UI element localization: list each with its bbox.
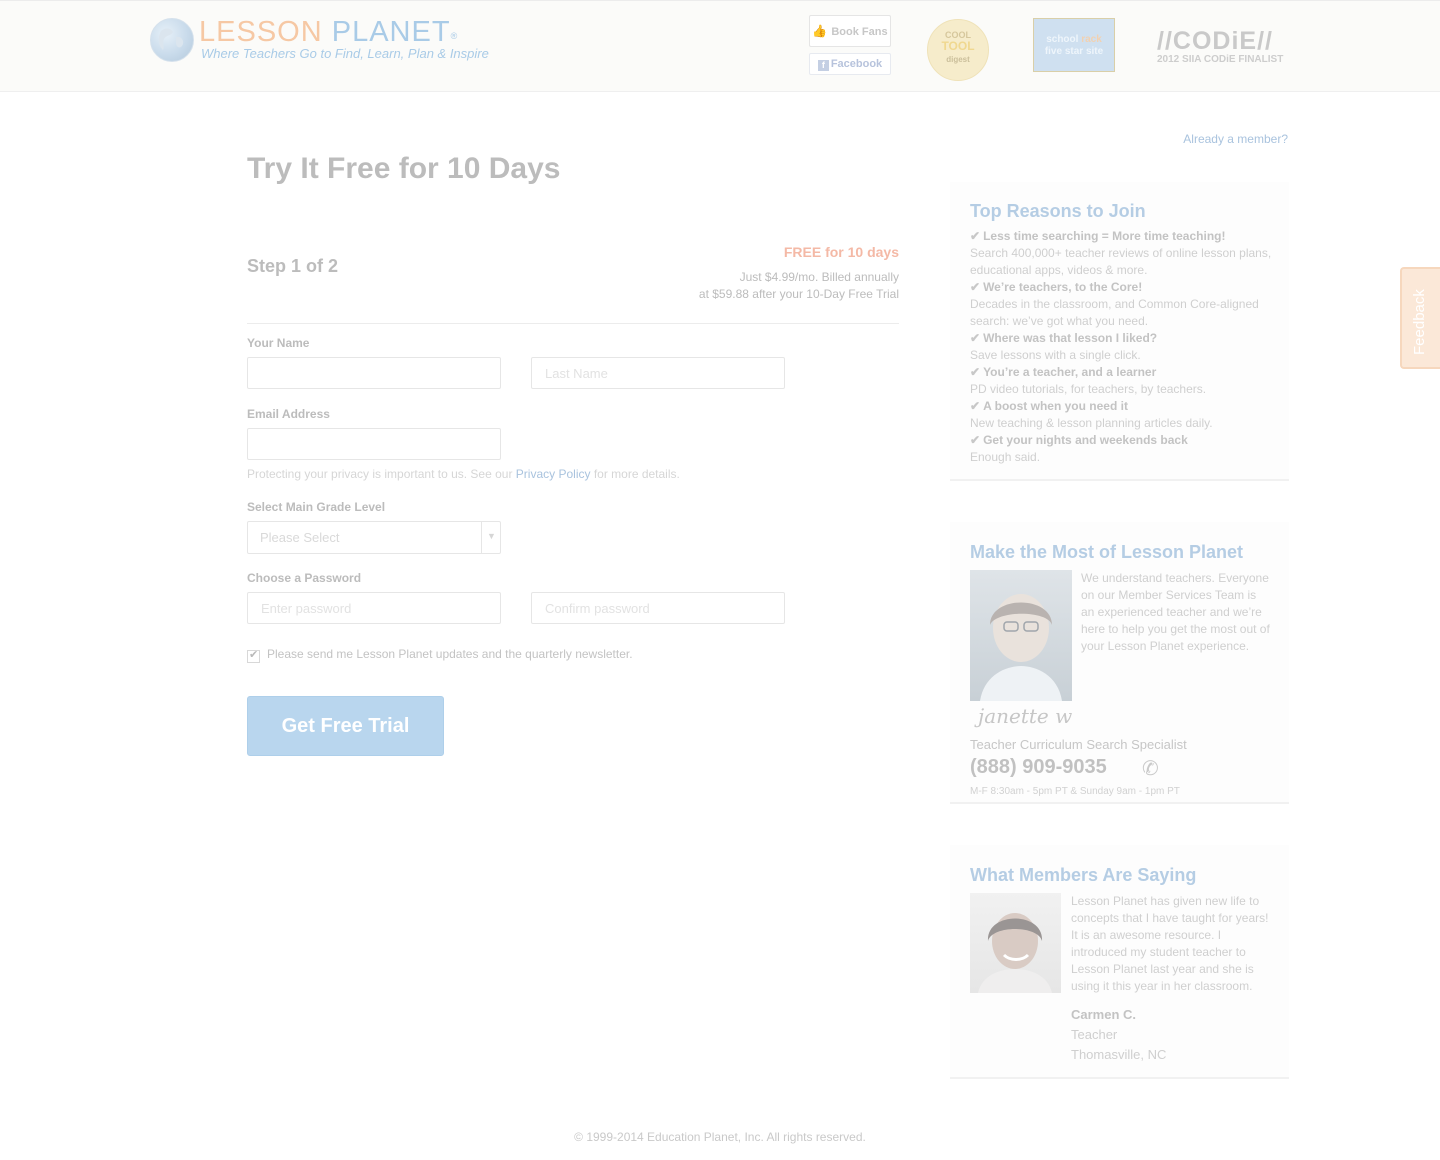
reason-head-text: We’re teachers, to the Core! [983,280,1143,294]
reason-head-text: A boost when you need it [983,399,1128,413]
first-name-input[interactable] [247,357,501,389]
reason-body: Decades in the classroom, and Common Cor… [970,297,1259,328]
badge-cool-line3: digest [946,55,970,64]
testimonial-location: Thomasville, NC [1071,1047,1167,1062]
codie-caption: 2012 SIIA CODiE FINALIST [1157,54,1284,65]
reason-head: ✔ Less time searching = More time teachin… [970,228,1280,245]
grade-selected-value: Please Select [260,530,340,545]
testimonial-name: Carmen C. [1071,1007,1137,1022]
reason-head-text: You’re a teacher, and a learner [983,365,1157,379]
page-title: Try It Free for 10 Days [247,152,561,185]
reason-head: ✔ You’re a teacher, and a learner [970,364,1280,381]
check-icon: ✔ [970,399,981,413]
email-label: Email Address [247,407,330,421]
reason-item: ✔ Where was that lesson I liked? Save les… [970,330,1280,364]
newsletter-checkbox[interactable]: ✔ [247,649,260,663]
check-icon: ✔ [970,280,981,294]
facebook-link-label: Facebook [830,58,883,70]
chevron-down-icon: ▼ [487,531,496,541]
name-label: Your Name [247,336,310,350]
phone-icon: ✆ [1142,758,1159,780]
reason-head: ✔ A boost when you need it [970,398,1280,415]
newsletter-label[interactable]: Please send me Lesson Planet updates and… [267,647,633,661]
five-star-site-badge: school rack five star site [1033,18,1115,72]
reasons-title: Top Reasons to Join [970,201,1146,221]
reason-body: PD video tutorials, for teachers, by tea… [970,382,1207,396]
reason-body: Enough said. [970,450,1041,464]
get-free-trial-button[interactable]: Get Free Trial [247,696,444,756]
reason-head: ✔ Get your nights and weekends back [970,432,1280,449]
check-icon: ✔ [970,433,981,447]
feedback-label: Feedback [1411,289,1428,355]
step-indicator: Step 1 of 2 [247,256,339,276]
reasons-list: ✔ Less time searching = More time teachin… [970,228,1280,466]
facebook-icon: f [817,60,829,71]
badge-cool-line2: TOOL [941,39,975,53]
member-photo [970,893,1061,993]
check-icon: ✔ [970,365,981,379]
testimonial-quote: Lesson Planet has given new life to conc… [1071,894,1269,993]
brand-logo[interactable]: LESSON PLANET® [199,15,458,49]
privacy-notice: Protecting your privacy is important to … [247,467,680,481]
reason-item: ✔ Less time searching = More time teachin… [970,228,1280,279]
brand-word-lesson: LESSON [199,16,323,48]
offer-price-line: Just $4.99/mo. Billed annually [739,270,899,284]
offer-terms-line: at $59.88 after your 10-Day Free Trial [698,287,899,301]
brand-tagline: Where Teachers Go to Find, Learn, Plan &… [201,46,489,61]
confirm-password-input[interactable] [531,592,785,624]
phone-number[interactable]: (888) 909-9035 [970,756,1107,779]
thumbs-up-icon: 👍 [812,24,828,38]
privacy-text-after: for more details. [590,467,680,481]
reason-body: New teaching & lesson planning articles … [970,416,1213,430]
signature: janette w [978,704,1073,728]
badge-school-line1: school [1046,34,1079,45]
facebook-link[interactable]: f Facebook [809,53,891,75]
password-label: Choose a Password [247,571,362,585]
cool-tool-badge: COOL TOOL digest [927,19,989,81]
grade-label: Select Main Grade Level [247,500,386,514]
registered-mark: ® [450,31,459,41]
already-member-link[interactable]: Already a member? [1150,132,1288,146]
reason-body: Search 400,000+ teacher reviews of onlin… [970,246,1272,277]
reason-item: ✔ A boost when you need it New teaching &… [970,398,1280,432]
footer-copyright: © 1999-2014 Education Planet, Inc. All r… [574,1130,866,1144]
feedback-tab[interactable]: Feedback [1400,267,1440,369]
facebook-fans-label: Book Fans [831,26,888,38]
check-icon: ✔ [970,229,981,243]
reason-head: ✔ Where was that lesson I liked? [970,330,1280,347]
facebook-fans-button[interactable]: 👍 Book Fans [809,15,891,47]
email-input[interactable] [247,428,501,460]
brand-word-planet: PLANET [331,16,451,48]
specialist-photo [970,570,1072,701]
reason-item: ✔ We’re teachers, to the Core! Decades in… [970,279,1280,330]
check-icon: ✔ [970,331,981,345]
most-title: Make the Most of Lesson Planet [970,542,1244,562]
badge-school-accent: rack [1081,34,1102,45]
reason-item: ✔ Get your nights and weekends back Enoug… [970,432,1280,466]
reason-head-text: Get your nights and weekends back [983,433,1188,447]
check-icon: ✔ [249,649,259,661]
offer-headline: FREE for 10 days [783,244,899,260]
testimonial-role: Teacher [1071,1027,1118,1042]
badge-school-line2: five star site [1044,46,1104,57]
divider [247,323,899,324]
specialist-bio: We understand teachers. Everyone on our … [1081,571,1270,653]
select-arrow-box[interactable]: ▼ [481,522,500,553]
privacy-policy-link[interactable]: Privacy Policy [516,467,591,481]
grade-level-select[interactable]: Please Select ▼ [247,521,501,554]
codie-logo: //CODiE// [1157,27,1273,55]
support-hours: M-F 8:30am - 5pm PT & Sunday 9am - 1pm P… [970,786,1180,797]
last-name-input[interactable] [531,357,785,389]
reason-body: Save lessons with a single click. [970,348,1141,362]
password-input[interactable] [247,592,501,624]
reason-head-text: Where was that lesson I liked? [983,331,1158,345]
specialist-role: Teacher Curriculum Search Specialist [970,737,1187,752]
globe-icon [150,18,194,62]
members-title: What Members Are Saying [970,865,1197,885]
reason-head: ✔ We’re teachers, to the Core! [970,279,1280,296]
privacy-text-before: Protecting your privacy is important to … [247,467,516,481]
site-header: LESSON PLANET® Where Teachers Go to Find… [0,0,1440,92]
reason-head-text: Less time searching = More time teaching… [983,229,1226,243]
reason-item: ✔ You’re a teacher, and a learner PD vide… [970,364,1280,398]
